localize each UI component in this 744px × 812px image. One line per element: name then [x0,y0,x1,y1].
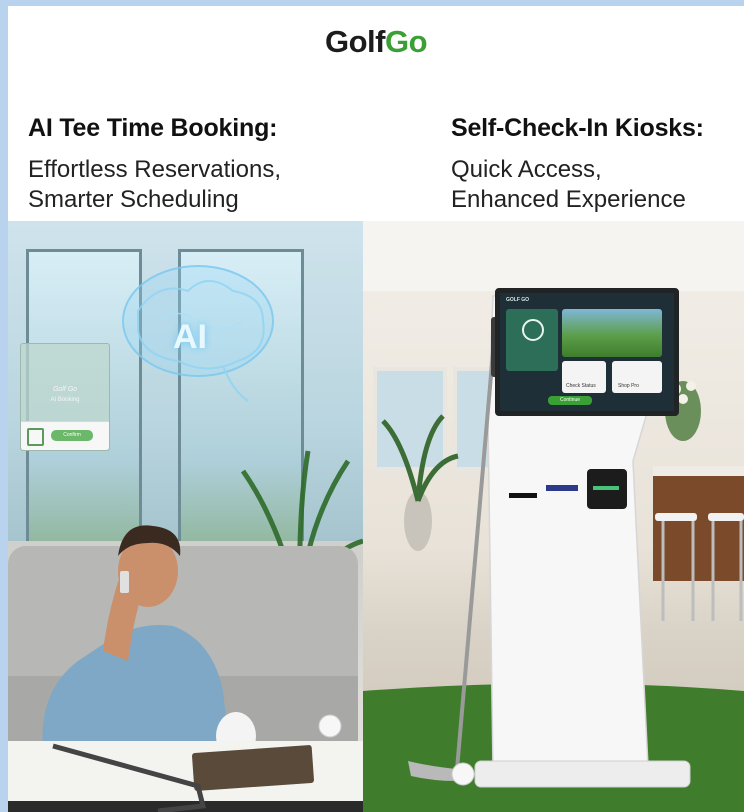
ai-booking-illustration [8,265,363,812]
ai-booking-photo: Golf Go AI Booking Confirm AI [8,221,363,812]
golf-ball [318,714,342,738]
logo-word-golf: Golf [324,24,386,59]
window-pane [373,367,447,471]
ai-card-footer: Confirm [21,421,109,450]
ai-booking-subtitle-line-1: Effortless Reservations, [28,156,281,183]
ai-booking-subtitle: Effortless Reservations, Smarter Schedul… [28,155,281,215]
calendar-icon [27,428,44,446]
ai-card-subtitle: AI Booking [50,397,80,403]
ai-booking-card: Golf Go AI Booking Confirm [20,343,110,451]
kiosk-continue-button[interactable]: Continue [548,396,592,405]
kiosk-title: Self-Check-In Kiosks: [451,114,704,142]
counter [653,471,744,581]
kiosk-tile-status[interactable]: Check Status [562,361,606,393]
kiosk-subtitle-line-2: Enhanced Experience [451,186,686,213]
course-preview [562,309,662,357]
kiosk-welcome-tile[interactable] [506,309,558,371]
card-slot [509,493,537,498]
kiosk-screen: GOLF GO Check Status Shop Pro Continue [495,288,679,416]
ai-booking-subtitle-line-2: Smarter Scheduling [28,186,239,213]
kiosk-tile-shop-label: Shop Pro [618,383,639,389]
golfgo-logo: GolfGo [8,24,744,60]
golf-ball [451,762,475,786]
logo-word-go: Go [384,24,428,59]
kiosk-subtitle-line-1: Quick Access, [451,156,602,183]
ai-card-title: Golf Go [52,386,78,393]
kiosk-tile-shop[interactable]: Shop Pro [612,361,662,393]
card-slot [546,485,578,491]
kiosk-headline: Self-Check-In Kiosks: Quick Access, Enha… [451,114,704,215]
ai-hologram-label: AI [173,318,207,356]
poster: GolfGo AI Tee Time Booking: Effortless R… [8,6,744,812]
kiosk-subtitle: Quick Access, Enhanced Experience [451,155,704,215]
kiosk-screen-brand: GOLF GO [506,297,530,303]
ai-booking-title: AI Tee Time Booking: [28,114,278,142]
kiosk-tile-status-label: Check Status [566,383,596,389]
golf-flag-icon [522,319,544,341]
ai-card-confirm-button[interactable]: Confirm [51,430,93,441]
ai-booking-headline: AI Tee Time Booking: Effortless Reservat… [28,114,281,215]
